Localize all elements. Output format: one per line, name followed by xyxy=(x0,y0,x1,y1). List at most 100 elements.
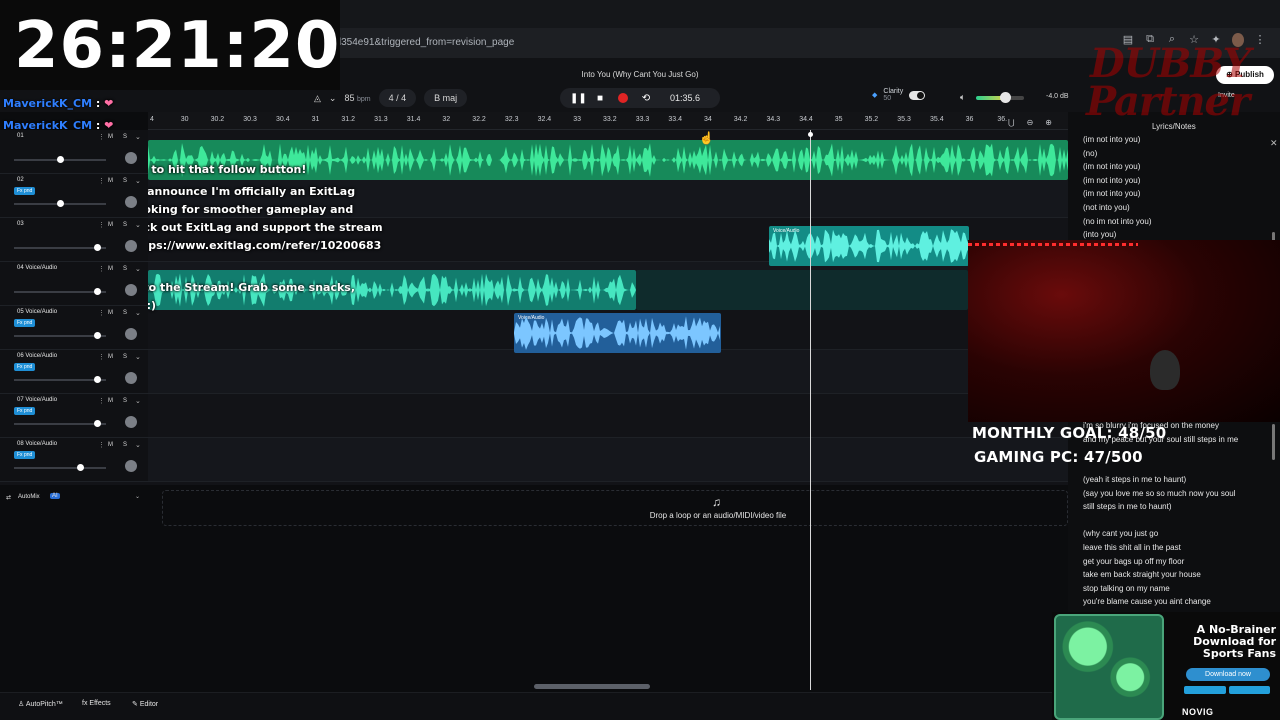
pan-knob[interactable] xyxy=(125,284,137,296)
slider-knob[interactable] xyxy=(57,156,64,163)
pan-knob[interactable] xyxy=(125,328,137,340)
solo-button[interactable]: S xyxy=(123,134,127,140)
track-lane[interactable] xyxy=(148,350,1068,394)
track-name[interactable]: 07 Voice/Audio xyxy=(17,397,57,403)
audio-clip-track-3[interactable]: Voice/Audio xyxy=(769,226,969,266)
solo-button[interactable]: S xyxy=(123,354,127,360)
mute-button[interactable]: M xyxy=(108,222,113,228)
browser-menu-icon[interactable]: ⋮ xyxy=(1254,33,1266,47)
slider-knob[interactable] xyxy=(57,200,64,207)
track-header[interactable]: 02 Fx pnd ⋮ M S ⌄ xyxy=(0,174,148,218)
ad-download-button[interactable]: Download now xyxy=(1186,668,1270,681)
time-signature-field[interactable]: 4 / 4 xyxy=(378,89,417,107)
track-volume-slider[interactable] xyxy=(14,244,106,251)
track-lane[interactable] xyxy=(148,394,1068,438)
track-name[interactable]: 04 Voice/Audio xyxy=(17,265,57,271)
address-bar[interactable]: bd354e91&triggered_from=revision_page xyxy=(330,33,1050,53)
chevron-down-icon[interactable]: ⌄ xyxy=(135,397,141,405)
timeline-ruler[interactable]: 4 30 30.2 30.3 30.4 31 31.2 31.3 31.4 32 32.2 32.3 3… xyxy=(148,112,1068,130)
track-volume-slider[interactable] xyxy=(14,332,106,339)
fx-badge[interactable]: Fx pnd xyxy=(14,407,36,415)
track-menu-icon[interactable]: ⋮ xyxy=(98,221,105,229)
automix-row[interactable]: ⇄ AutoMix AI ⌄ xyxy=(0,488,148,508)
track-volume-slider[interactable] xyxy=(14,200,106,207)
track-volume-slider[interactable] xyxy=(14,156,106,163)
track-menu-icon[interactable]: ⋮ xyxy=(98,309,105,317)
track-header[interactable]: 05 Voice/Audio Fx pnd ⋮ M S ⌄ xyxy=(0,306,148,350)
mute-button[interactable]: M xyxy=(108,266,113,272)
slider-knob[interactable] xyxy=(93,420,101,427)
playhead-handle[interactable] xyxy=(808,132,813,137)
fx-badge[interactable]: Fx pnd xyxy=(14,451,36,459)
track-header[interactable]: 07 Voice/Audio Fx pnd ⋮ M S ⌄ xyxy=(0,394,148,438)
solo-button[interactable]: S xyxy=(123,442,127,448)
metronome-icon[interactable]: ◬ xyxy=(314,93,321,104)
track-menu-icon[interactable]: ⋮ xyxy=(98,397,105,405)
track-menu-icon[interactable]: ⋮ xyxy=(98,265,105,273)
track-menu-icon[interactable]: ⋮ xyxy=(98,177,105,185)
close-icon[interactable]: ✕ xyxy=(1270,138,1278,149)
track-volume-slider[interactable] xyxy=(14,420,106,427)
audio-clip-track-5[interactable]: Voice/Audio xyxy=(514,313,721,353)
key-field[interactable]: B maj xyxy=(424,89,468,107)
fx-badge[interactable]: Fx pnd xyxy=(14,319,36,327)
app-store-badges[interactable] xyxy=(1184,686,1270,694)
chevron-down-icon[interactable]: ⌄ xyxy=(329,93,337,104)
pan-knob[interactable] xyxy=(125,240,137,252)
track-name[interactable]: 05 Voice/Audio xyxy=(17,309,57,315)
pan-knob[interactable] xyxy=(125,372,137,384)
editor-button[interactable]: ✎ Editor xyxy=(132,700,158,708)
speaker-icon[interactable]: 🔈︎ xyxy=(960,92,965,103)
autopitch-button[interactable]: ♙ AutoPitch™ xyxy=(18,700,63,708)
magnet-icon[interactable]: ⋃ xyxy=(1008,118,1015,127)
chevron-down-icon[interactable]: ⌄ xyxy=(135,265,141,273)
solo-button[interactable]: S xyxy=(123,266,127,272)
stop-icon[interactable]: ■ xyxy=(594,93,606,104)
effects-button[interactable]: fx Effects xyxy=(82,700,111,707)
fx-badge[interactable]: Fx pnd xyxy=(14,187,36,195)
track-name[interactable]: 02 xyxy=(17,177,24,183)
lyrics-scrollbar[interactable] xyxy=(1272,424,1275,460)
slider-knob[interactable] xyxy=(77,464,85,471)
mute-button[interactable]: M xyxy=(108,398,113,404)
pan-knob[interactable] xyxy=(125,460,137,472)
bpm-field[interactable]: 85 bpm xyxy=(344,93,370,103)
mute-button[interactable]: M xyxy=(108,134,113,140)
zoom-out-icon[interactable]: ⊖ xyxy=(1027,118,1034,127)
track-volume-slider[interactable] xyxy=(14,464,106,471)
chevron-down-icon[interactable]: ⌄ xyxy=(135,493,140,500)
mute-button[interactable]: M xyxy=(108,354,113,360)
slider-knob[interactable] xyxy=(93,244,101,251)
track-menu-icon[interactable]: ⋮ xyxy=(98,353,105,361)
horizontal-scrollbar[interactable] xyxy=(534,684,650,689)
track-menu-icon[interactable]: ⋮ xyxy=(98,441,105,449)
track-header[interactable]: 06 Voice/Audio Fx pnd ⋮ M S ⌄ xyxy=(0,350,148,394)
solo-button[interactable]: S xyxy=(123,310,127,316)
chevron-down-icon[interactable]: ⌄ xyxy=(135,309,141,317)
track-name[interactable]: 01 xyxy=(17,133,24,139)
app-store-badge[interactable] xyxy=(1184,686,1226,694)
audio-clip-track-4-tail[interactable] xyxy=(636,270,968,310)
loop-icon[interactable]: ⟲ xyxy=(640,93,652,104)
clarity-toggle[interactable] xyxy=(909,90,926,100)
master-volume-knob[interactable] xyxy=(1000,92,1011,103)
slider-knob[interactable] xyxy=(93,332,101,339)
zoom-in-icon[interactable]: ⊕ xyxy=(1045,118,1052,127)
solo-button[interactable]: S xyxy=(123,222,127,228)
track-name[interactable]: 06 Voice/Audio xyxy=(17,353,57,359)
track-volume-slider[interactable] xyxy=(14,288,106,295)
drop-zone[interactable] xyxy=(162,490,1068,526)
mute-button[interactable]: M xyxy=(108,442,113,448)
slider-knob[interactable] xyxy=(93,288,101,295)
solo-button[interactable]: S xyxy=(123,398,127,404)
chevron-down-icon[interactable]: ⌄ xyxy=(135,441,141,449)
track-header[interactable]: 01 ⋮ M S ⌄ xyxy=(0,130,148,174)
slider-knob[interactable] xyxy=(93,376,101,383)
chevron-down-icon[interactable]: ⌄ xyxy=(135,221,141,229)
track-header[interactable]: 03 ⋮ M S ⌄ xyxy=(0,218,148,262)
playhead[interactable] xyxy=(810,130,811,690)
record-button[interactable] xyxy=(618,93,628,103)
track-menu-icon[interactable]: ⋮ xyxy=(98,133,105,141)
chevron-down-icon[interactable]: ⌄ xyxy=(135,353,141,361)
solo-button[interactable]: S xyxy=(123,178,127,184)
